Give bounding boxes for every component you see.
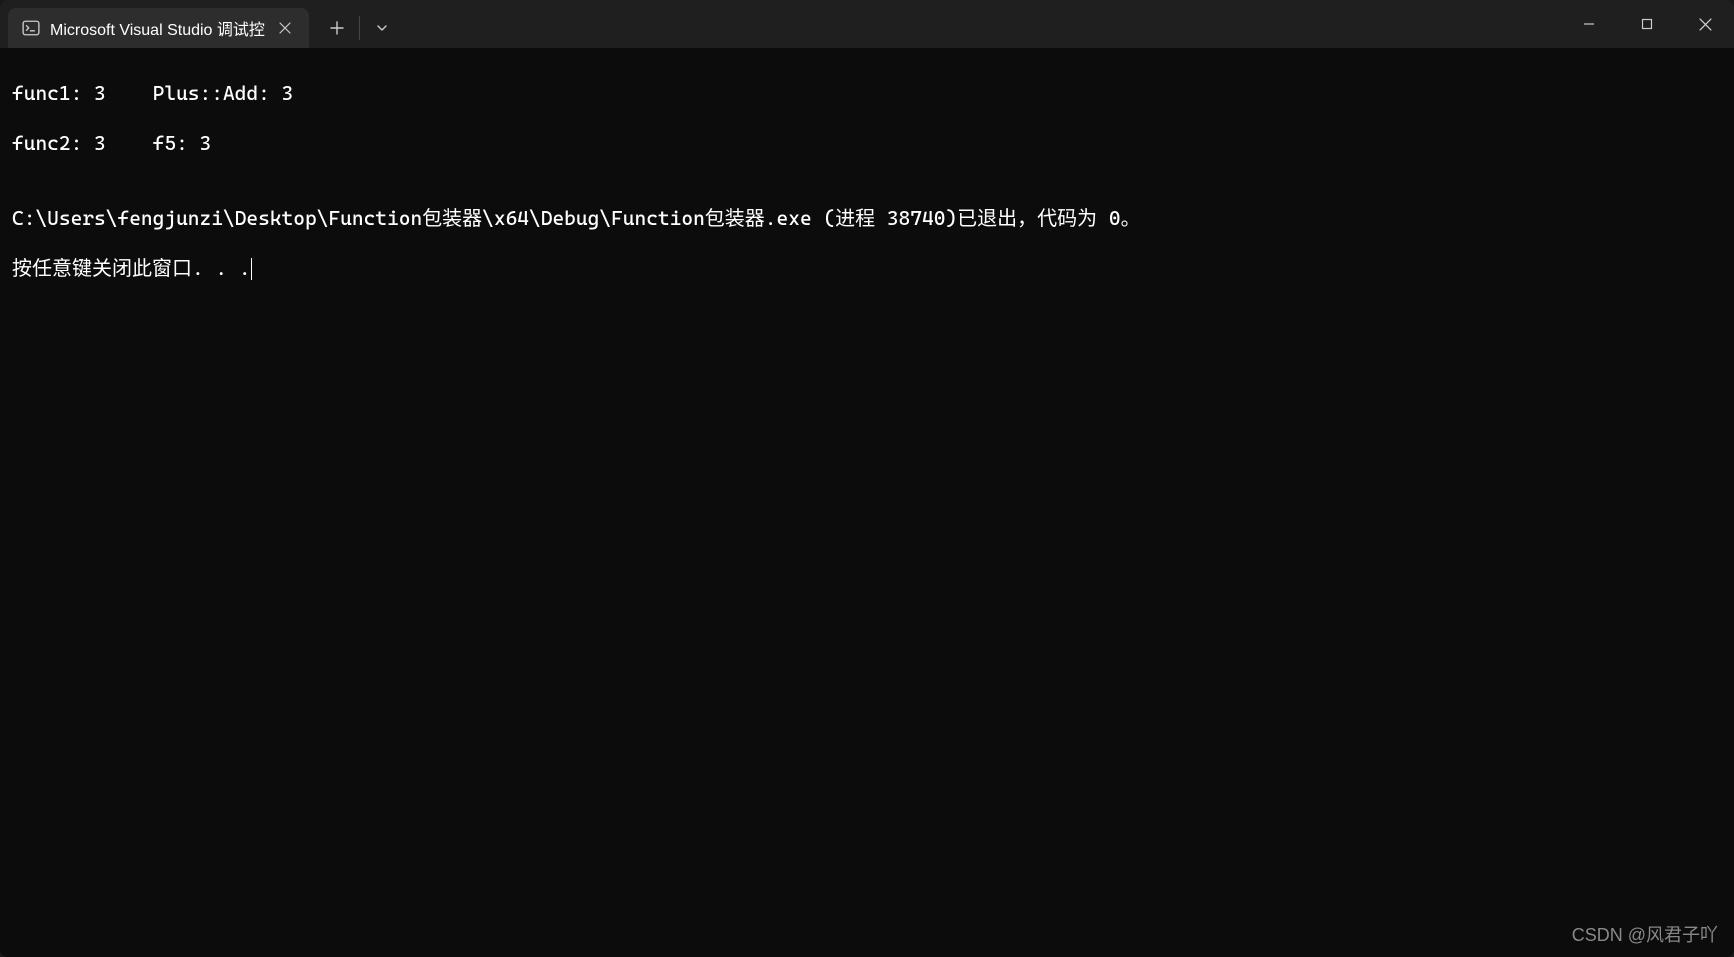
titlebar: Microsoft Visual Studio 调试控 xyxy=(0,0,1734,48)
divider xyxy=(359,16,360,40)
terminal-output-area[interactable]: func1: 3 Plus::Add: 3 func2: 3 f5: 3 C:\… xyxy=(0,48,1734,957)
cursor xyxy=(251,258,252,280)
output-line: func1: 3 Plus::Add: 3 xyxy=(12,81,1722,106)
titlebar-left: Microsoft Visual Studio 调试控 xyxy=(0,0,402,48)
output-line: C:\Users\fengjunzi\Desktop\Function包装器\x… xyxy=(12,206,1722,231)
tab-active[interactable]: Microsoft Visual Studio 调试控 xyxy=(8,8,309,48)
terminal-icon xyxy=(22,19,40,37)
output-line: 按任意键关闭此窗口. . . xyxy=(12,256,251,280)
output-line: func2: 3 f5: 3 xyxy=(12,131,1722,156)
tab-title: Microsoft Visual Studio 调试控 xyxy=(50,16,265,40)
minimize-button[interactable] xyxy=(1560,0,1618,48)
new-tab-button[interactable] xyxy=(317,8,357,48)
close-button[interactable] xyxy=(1676,0,1734,48)
tab-close-button[interactable] xyxy=(275,18,295,38)
window-controls xyxy=(1560,0,1734,48)
tab-dropdown-button[interactable] xyxy=(362,8,402,48)
maximize-button[interactable] xyxy=(1618,0,1676,48)
tab-actions xyxy=(317,8,402,48)
terminal-window: Microsoft Visual Studio 调试控 xyxy=(0,0,1734,957)
